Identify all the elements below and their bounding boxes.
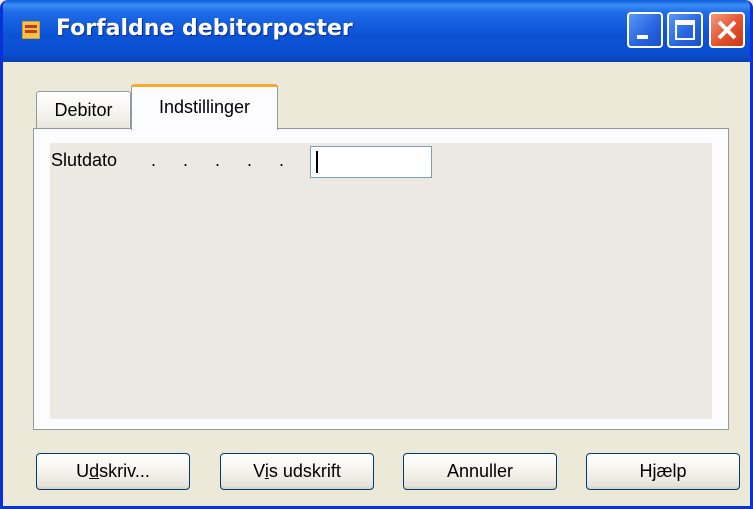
title-bar[interactable]: Forfaldne debitorposter — [3, 0, 750, 62]
cancel-button[interactable]: Annuller — [403, 453, 557, 490]
text-cursor — [316, 151, 318, 173]
print-button-label-post: skriv... — [99, 461, 150, 481]
maximize-button[interactable] — [667, 12, 703, 48]
help-button[interactable]: Hjælp — [586, 453, 740, 490]
preview-button-label-pre: V — [253, 461, 265, 481]
options-area — [50, 143, 712, 419]
slutdato-input[interactable] — [310, 146, 432, 178]
maximize-icon — [675, 20, 695, 40]
print-button-label-pre: U — [76, 461, 90, 481]
slutdato-label: Slutdato — [51, 150, 118, 170]
preview-button[interactable]: Vis udskrift — [220, 453, 374, 490]
print-button-mnemonic: d — [89, 461, 100, 481]
close-icon — [717, 20, 737, 40]
window-title: Forfaldne debitorposter — [56, 16, 353, 41]
app-icon — [22, 21, 40, 39]
minimize-icon — [637, 35, 648, 39]
preview-button-label-post: s udskrift — [268, 461, 341, 481]
close-button[interactable] — [709, 12, 745, 48]
tab-debitor[interactable]: Debitor — [36, 91, 131, 128]
dialog-window: Forfaldne debitorposter Debitor Indstill… — [0, 0, 753, 509]
tab-indstillinger[interactable]: Indstillinger — [131, 84, 278, 130]
minimize-button[interactable] — [627, 12, 663, 48]
print-button[interactable]: Udskriv... — [36, 453, 190, 490]
